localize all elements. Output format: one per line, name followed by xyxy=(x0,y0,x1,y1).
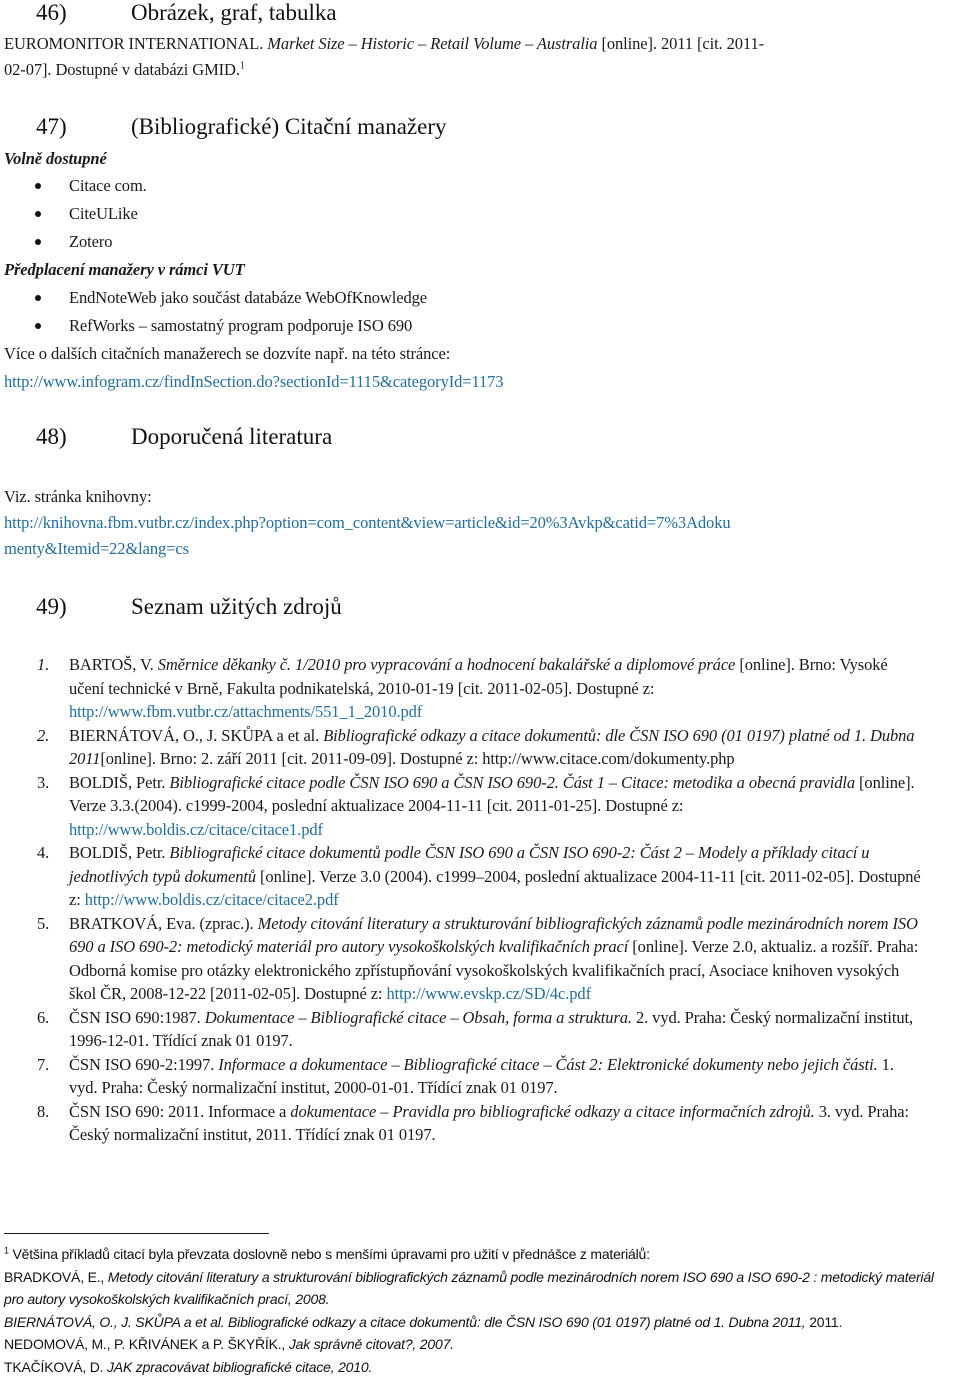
reference-euromonitor: EUROMONITOR INTERNATIONAL. Market Size –… xyxy=(4,31,956,83)
footnote-author: NEDOMOVÁ, M., P. KŘIVÁNEK a P. ŠKYŘÍK., xyxy=(4,1336,289,1352)
list-item: Zotero xyxy=(4,228,956,256)
source-number: 3. xyxy=(37,772,50,792)
list-item-text: CiteULike xyxy=(69,204,138,223)
bullet-icon xyxy=(35,239,41,245)
source-number: 4. xyxy=(37,843,50,862)
bullet-icon xyxy=(35,295,41,301)
footnote-title: JAK zpracovávat bibliografické citace, 2… xyxy=(107,1358,373,1375)
list-item: EndNoteWeb jako součást databáze WebOfKn… xyxy=(4,284,956,312)
source-title: dokumentace – Pravidla pro bibliografick… xyxy=(290,1101,815,1121)
source-link[interactable]: http://www.boldis.cz/citace/citace1.pdf xyxy=(69,820,323,839)
source-author: BRATKOVÁ, Eva. (zprac.). xyxy=(69,913,258,933)
footnote-source: BIERNÁTOVÁ, O., J. SKŮPA a et al. Biblio… xyxy=(4,1311,956,1334)
heading-title: Seznam užitých zdrojů xyxy=(131,594,342,619)
citation-managers: Volně dostupné Citace com. CiteULike Zot… xyxy=(4,145,956,396)
heading-title: Obrázek, graf, tabulka xyxy=(131,0,337,25)
source-item: 7. ČSN ISO 690-2:1997. Informace a dokum… xyxy=(4,1053,924,1100)
source-link[interactable]: http://www.fbm.vutbr.cz/attachments/551_… xyxy=(69,702,422,721)
source-author: ČSN ISO 690:1987. xyxy=(69,1007,205,1027)
source-author: BOLDIŠ, Petr. xyxy=(69,843,170,862)
footnote-intro: 1 Většina příkladů citací byla převzata … xyxy=(4,1243,956,1266)
footnote: 1 Většina příkladů citací byla převzata … xyxy=(4,1243,956,1378)
source-item: 2. BIERNÁTOVÁ, O., J. SKŮPA a et al. Bib… xyxy=(4,724,924,771)
footnote-title: Jak správně citovat?, 2007. xyxy=(288,1336,454,1352)
source-details: [online]. Brno: 2. září 2011 [cit. 2011-… xyxy=(100,749,735,768)
heading-46: 46) Obrázek, graf, tabulka xyxy=(4,0,337,26)
heading-title: (Bibliografické) Citační manažery xyxy=(131,114,447,139)
ref-author: EUROMONITOR INTERNATIONAL. xyxy=(4,34,268,53)
footnote-intro-text: Většina příkladů citací byla převzata do… xyxy=(8,1246,651,1262)
source-title: Bibliografické citace podle ČSN ISO 690 … xyxy=(169,772,856,792)
library-text: Viz. stránka knihovny: xyxy=(4,487,152,506)
sources-list: 1. BARTOŠ, V. Směrnice děkanky č. 1/2010… xyxy=(4,653,924,1147)
more-info-text: Více o dalších citačních manažerech se d… xyxy=(4,344,451,363)
source-item: 6. ČSN ISO 690:1987. Dokumentace – Bibli… xyxy=(4,1006,924,1053)
free-managers-list: Citace com. CiteULike Zotero xyxy=(4,172,956,256)
source-author: BARTOŠ, V. xyxy=(69,655,158,674)
source-number: 8. xyxy=(37,1101,50,1121)
library-link-line2[interactable]: menty&Itemid=22&lang=cs xyxy=(4,539,189,558)
list-item-text: RefWorks – samostatný program podporuje … xyxy=(69,316,413,335)
source-title: Dokumentace – Bibliografické citace – Ob… xyxy=(204,1007,632,1027)
library-link[interactable]: http://knihovna.fbm.vutbr.cz/index.php?o… xyxy=(4,510,960,562)
source-number: 2. xyxy=(37,725,50,745)
list-item: Citace com. xyxy=(4,172,956,200)
list-item-text: EndNoteWeb jako součást databáze WebOfKn… xyxy=(69,288,427,307)
footnote-year: 2011. xyxy=(809,1313,843,1330)
ref-details: [online]. 2011 [cit. 2011- xyxy=(597,34,764,53)
group-label-free: Volně dostupné xyxy=(4,149,107,168)
footnote-author: TKAČÍKOVÁ, D. xyxy=(4,1358,107,1375)
heading-number: 49) xyxy=(36,594,67,619)
source-author: BOLDIŠ, Petr. xyxy=(69,772,170,792)
heading-number: 47) xyxy=(36,114,67,139)
footnote-separator xyxy=(4,1233,269,1234)
bullet-icon xyxy=(35,323,41,329)
footnote-source: NEDOMOVÁ, M., P. KŘIVÁNEK a P. ŠKYŘÍK., … xyxy=(4,1333,956,1356)
source-number: 5. xyxy=(37,913,50,933)
source-link[interactable]: http://www.boldis.cz/citace/citace2.pdf xyxy=(85,890,339,909)
group-label-subscribed: Předplacení manažery v rámci VUT xyxy=(4,260,245,279)
source-item: 4. BOLDIŠ, Petr. Bibliografické citace d… xyxy=(4,841,924,912)
ref-details-cont: 02-07]. Dostupné v databázi GMID. xyxy=(4,60,240,79)
ref-title: Market Size – Historic – Retail Volume –… xyxy=(267,34,598,53)
bullet-icon xyxy=(35,211,41,217)
library-info: Viz. stránka knihovny: http://knihovna.f… xyxy=(4,484,960,562)
footnote-author: BRADKOVÁ, E., xyxy=(4,1268,108,1285)
list-item-text: Citace com. xyxy=(69,176,147,195)
heading-47: 47) (Bibliografické) Citační manažery xyxy=(4,114,446,140)
list-item-text: Zotero xyxy=(69,232,113,251)
list-item: CiteULike xyxy=(4,200,956,228)
list-item: RefWorks – samostatný program podporuje … xyxy=(4,312,956,340)
bullet-icon xyxy=(35,183,41,189)
source-author: ČSN ISO 690-2:1997. xyxy=(69,1054,219,1074)
subscribed-managers-list: EndNoteWeb jako součást databáze WebOfKn… xyxy=(4,284,956,340)
source-link[interactable]: http://www.evskp.cz/SD/4c.pdf xyxy=(386,984,591,1003)
source-item: 1. BARTOŠ, V. Směrnice děkanky č. 1/2010… xyxy=(4,653,924,724)
source-number: 6. xyxy=(37,1007,50,1027)
footnote-source: TKAČÍKOVÁ, D. JAK zpracovávat bibliograf… xyxy=(4,1356,956,1379)
heading-48: 48) Doporučená literatura xyxy=(4,424,332,450)
source-item: 5. BRATKOVÁ, Eva. (zprac.). Metody citov… xyxy=(4,912,924,1006)
footnote-mark[interactable]: 1 xyxy=(240,61,245,72)
source-item: 3. BOLDIŠ, Petr. Bibliografické citace p… xyxy=(4,771,924,842)
source-title: Směrnice děkanky č. 1/2010 pro vypracová… xyxy=(157,655,736,674)
footnote-title: BIERNÁTOVÁ, O., J. SKŮPA a et al. Biblio… xyxy=(4,1313,810,1330)
heading-number: 48) xyxy=(36,424,67,449)
source-item: 8. ČSN ISO 690: 2011. Informace a dokume… xyxy=(4,1100,924,1147)
infogram-link[interactable]: http://www.infogram.cz/findInSection.do?… xyxy=(4,368,956,396)
source-title: Informace a dokumentace – Bibliografické… xyxy=(218,1054,878,1074)
source-number: 7. xyxy=(37,1054,50,1074)
footnote-source: BRADKOVÁ, E., Metody citování literatury… xyxy=(4,1266,956,1311)
heading-number: 46) xyxy=(36,0,67,25)
source-author: ČSN ISO 690: 2011. Informace a xyxy=(69,1101,291,1121)
heading-49: 49) Seznam užitých zdrojů xyxy=(4,594,342,620)
library-link-line1[interactable]: http://knihovna.fbm.vutbr.cz/index.php?o… xyxy=(4,513,731,532)
heading-title: Doporučená literatura xyxy=(131,424,333,449)
source-author: BIERNÁTOVÁ, O., J. SKŮPA a et al. xyxy=(69,725,324,745)
source-number: 1. xyxy=(37,655,50,674)
footnote-title: Metody citování literatury a strukturová… xyxy=(4,1268,934,1308)
